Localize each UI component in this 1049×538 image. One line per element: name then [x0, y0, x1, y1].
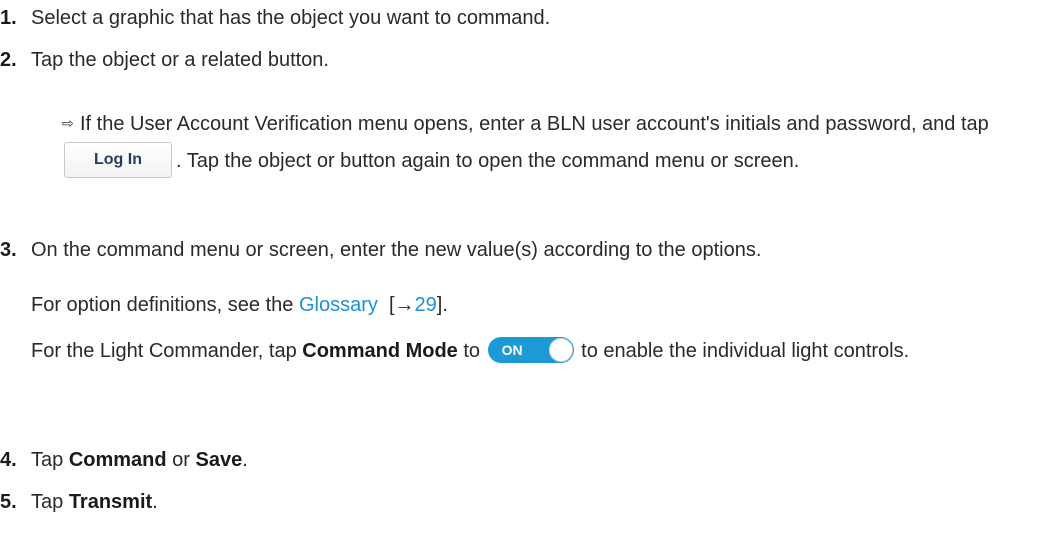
text-mid: or: [166, 449, 196, 471]
step-1: 1. Select a graphic that has the object y…: [0, 6, 550, 30]
step-number: 4.: [0, 449, 17, 471]
step-number: 3.: [0, 239, 17, 261]
toggle-knob: [548, 337, 573, 362]
arrow-right-icon: ⇨: [62, 115, 74, 131]
note-text-2: . Tap the object or button again to open…: [176, 150, 800, 172]
step-text: Tap Command or Save.: [31, 449, 248, 471]
text-post: .: [152, 491, 158, 513]
page-ref-link[interactable]: 29: [415, 294, 437, 316]
command-label: Command: [68, 449, 167, 471]
step-5: 5. Tap Transmit.: [0, 490, 158, 514]
document-page: 1. Select a graphic that has the object y…: [0, 0, 1049, 538]
step-text: Tap Transmit.: [31, 491, 158, 513]
transmit-label: Transmit: [68, 491, 153, 513]
text-pre: Tap: [31, 449, 69, 471]
step-3: 3. On the command menu or screen, enter t…: [0, 238, 761, 262]
glossary-paragraph: For option definitions, see the Glossary…: [31, 290, 448, 320]
step-4: 4. Tap Command or Save.: [0, 448, 248, 472]
light-commander-paragraph: For the Light Commander, tap Command Mod…: [31, 336, 1021, 366]
glossary-link[interactable]: Glossary: [299, 294, 378, 316]
note-text-1: If the User Account Verification menu op…: [80, 113, 989, 135]
step-number: 2.: [0, 49, 17, 71]
step-2: 2. Tap the object or a related button.: [0, 48, 329, 72]
step-text: Tap the object or a related button.: [31, 49, 329, 71]
save-label: Save: [195, 449, 243, 471]
light-text-1: For the Light Commander, tap: [31, 340, 303, 362]
toggle-on-label: ON: [501, 341, 523, 358]
log-in-button[interactable]: Log In: [64, 141, 172, 178]
login-note: ⇨ If the User Account Verification menu o…: [62, 106, 1022, 180]
glossary-text: For option definitions, see the: [31, 294, 299, 316]
light-text-3: to enable the individual light controls.: [575, 340, 910, 362]
step-text: Select a graphic that has the object you…: [31, 7, 551, 29]
text-pre: Tap: [31, 491, 69, 513]
text-post: .: [242, 449, 248, 471]
step-text: On the command menu or screen, enter the…: [31, 239, 762, 261]
ref-close: ].: [436, 294, 448, 316]
step-number: 1.: [0, 7, 17, 29]
step-number: 5.: [0, 491, 17, 513]
ref-open: [→: [377, 294, 415, 316]
on-toggle-switch[interactable]: ON: [487, 336, 574, 363]
command-mode-label: Command Mode: [302, 340, 458, 362]
light-text-2: to: [457, 340, 486, 362]
